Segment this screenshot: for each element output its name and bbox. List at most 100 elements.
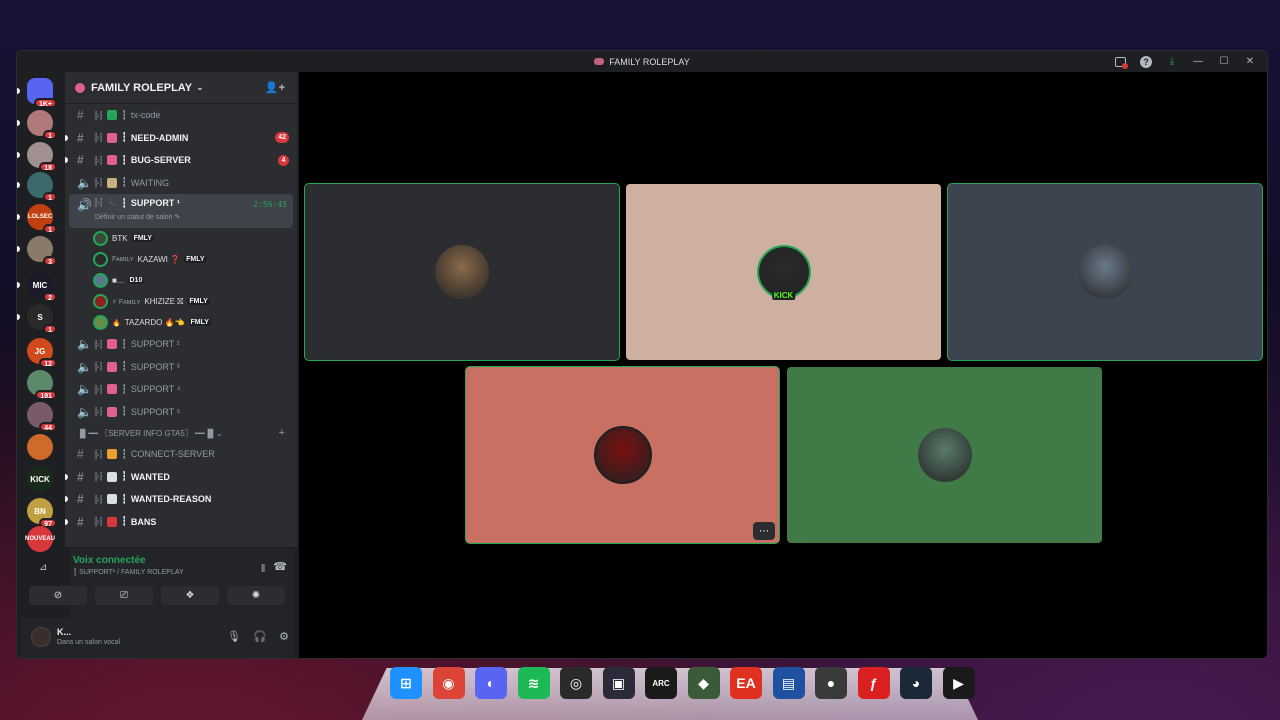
server-2-icon[interactable]: 18 — [27, 142, 57, 172]
channel-waiting[interactable]: 🔈 ╠┇ ┇ WAITING — [65, 172, 297, 195]
server-191-icon[interactable]: 191 — [27, 370, 57, 400]
channel-support-1-active[interactable]: 🔊 ╠┇ 📞 ┇ SUPPORT ¹ 2:56:45 Définir un statut d… — [69, 194, 293, 228]
channel-emoji-icon — [107, 494, 118, 505]
more-options-icon[interactable]: ⋯ — [753, 522, 775, 540]
voice-channel-path[interactable]: ┇ SUPPORT¹ / FAMILY ROLEPLAY — [73, 568, 184, 576]
hash-icon: # — [77, 130, 84, 145]
channel-connect-server[interactable]: # ╠┇ ┇ CONNECT-SERVER — [65, 443, 297, 466]
server-s-icon[interactable]: S1 — [27, 304, 57, 334]
speaker-icon: 🔈 — [77, 382, 92, 397]
channel-bans[interactable]: # ╠┇ ┇ BANS — [65, 511, 297, 534]
download-icon[interactable]: ⤓ — [1161, 53, 1183, 70]
voice-user[interactable]: ■... D10 — [65, 270, 297, 291]
channel-status-prompt[interactable]: Définir un statut de salon ✎ — [95, 213, 180, 221]
server-191-badge: 191 — [35, 390, 57, 400]
server-header-icon — [75, 82, 85, 93]
camera-button[interactable]: ⊘ — [29, 586, 87, 605]
window-title: FAMILY ROLEPLAY — [609, 56, 690, 67]
channel-support-[interactable]: 🔈 ╠┇ ┇ SUPPORT ³ — [65, 356, 297, 379]
call-timer: 2:56:45 — [253, 200, 287, 209]
server-3-icon[interactable]: 1 — [27, 172, 57, 202]
soundboard-button[interactable]: ✺ — [227, 586, 285, 605]
channel-wanted-reason[interactable]: # ╠┇ ┇ WANTED-REASON — [65, 488, 297, 511]
steam-icon[interactable]: ◕ — [900, 667, 932, 699]
discord-icon[interactable]: ◐ — [475, 667, 507, 699]
obs-icon[interactable]: ◎ — [560, 667, 592, 699]
activities-button[interactable]: ❖ — [161, 586, 219, 605]
gta-icon[interactable]: ● — [815, 667, 847, 699]
server-12-icon[interactable] — [27, 434, 53, 460]
voice-user-name: KHIZIZE ⛝ — [144, 296, 184, 306]
tile-3[interactable] — [948, 184, 1262, 360]
speaker-icon: 🔈 — [77, 337, 92, 352]
hash-icon: # — [77, 514, 84, 529]
disconnect-icon[interactable]: ☎ — [273, 560, 287, 573]
channel-emoji-icon — [107, 339, 118, 350]
avatar[interactable] — [31, 627, 51, 647]
server-44-icon[interactable]: 44 — [27, 402, 57, 432]
windows-start-icon[interactable]: ⊞ — [390, 667, 422, 699]
server-5-badge: 3 — [43, 256, 57, 266]
help-icon[interactable]: ? — [1135, 53, 1157, 70]
channel-bug-server[interactable]: # ╠┇ ┇ BUG-SERVER 4 — [65, 149, 297, 172]
ea-icon[interactable]: EA — [730, 667, 762, 699]
channel-support-[interactable]: 🔈 ╠┇ ┇ SUPPORT ⁴ — [65, 378, 297, 401]
screen-share-button[interactable]: ⎚ — [95, 586, 153, 605]
inbox-icon[interactable] — [1109, 53, 1131, 70]
server-5-icon[interactable]: 3 — [27, 236, 57, 266]
server-lolsec-badge: 1 — [43, 224, 57, 234]
server-jg-icon[interactable]: JG 12 — [27, 338, 57, 368]
channel-wanted[interactable]: # ╠┇ ┇ WANTED — [65, 466, 297, 489]
app-arrow-icon[interactable]: ▶ — [942, 667, 975, 699]
minimize-icon[interactable]: — — [1187, 53, 1209, 70]
headphones-icon[interactable]: 🎧 — [253, 630, 267, 643]
username[interactable]: K... — [57, 627, 71, 637]
discord-home-icon[interactable]: 1K+ — [27, 78, 57, 108]
channel-tx-code[interactable]: # ╠┇ ┇ tx-code — [65, 104, 297, 127]
server-kick-icon[interactable]: KICK — [27, 466, 53, 492]
tile-5[interactable] — [787, 367, 1102, 543]
channel-support-[interactable]: 🔈 ╠┇ ┇ SUPPORT ² — [65, 333, 297, 356]
tile-2[interactable]: KICK — [626, 184, 941, 360]
category-server-info[interactable]: ▐▌━━ 〖SERVER INFO GTA5〗 ━━▐▌ ⌄ + — [65, 423, 297, 443]
server-nouveau-label: NOUVEAU — [25, 536, 56, 542]
signal-icon: ⊿ — [39, 562, 48, 573]
close-icon[interactable]: ✕ — [1239, 53, 1261, 70]
settings-gear-icon[interactable]: ⚙ — [279, 630, 289, 643]
avatar — [93, 315, 108, 330]
tile-4[interactable]: ⋯ — [466, 367, 779, 543]
server-kick-label: KICK — [30, 474, 50, 484]
maximize-icon[interactable]: ☐ — [1213, 53, 1235, 70]
microphone-icon[interactable]: 🎙 — [227, 630, 241, 643]
server-nouveau-icon[interactable]: NOUVEAU — [25, 526, 56, 552]
tree-icon: ╠┇ — [93, 362, 104, 372]
unread-indicator — [17, 120, 20, 126]
server-s-label: S — [37, 312, 43, 322]
avatar — [93, 273, 108, 288]
participant-avatar — [593, 426, 652, 484]
channel-support-[interactable]: 🔈 ╠┇ ┇ SUPPORT ⁵ — [65, 401, 297, 424]
voice-user[interactable]: BTK FMLY — [65, 228, 297, 249]
server-1-icon[interactable]: 1 — [27, 110, 57, 140]
app-green-icon[interactable]: ◆ — [687, 667, 720, 699]
tile-1[interactable] — [305, 184, 619, 360]
spotify-icon[interactable]: ≋ — [517, 667, 550, 699]
server-header[interactable]: FAMILY ROLEPLAY ⌄ 👤+ — [65, 72, 297, 104]
add-channel-icon[interactable]: + — [279, 427, 285, 439]
faceit-icon[interactable]: ƒ — [857, 667, 890, 699]
server-97-icon[interactable]: BN 97 — [27, 498, 57, 528]
channel-need-admin[interactable]: # ╠┇ ┇ NEED-ADMIN 42 — [65, 127, 297, 150]
server-lolsec-icon[interactable]: LOLSEC 1 — [27, 204, 57, 234]
server-mic-icon[interactable]: MIC 2 — [27, 272, 57, 302]
pc-icon[interactable]: ▤ — [772, 667, 805, 699]
game-bar-icon[interactable]: ▣ — [602, 667, 635, 699]
channel-name: WANTED-REASON — [130, 494, 212, 505]
invite-icon[interactable]: 👤+ — [265, 81, 285, 94]
noise-suppression-icon[interactable]: 𝍪 — [261, 560, 265, 579]
chrome-icon[interactable]: ◉ — [432, 667, 465, 699]
arc-raiders-icon[interactable]: ARC — [645, 667, 677, 699]
voice-user[interactable]: ⚡ Fᴀᴍɪʟʏ KHIZIZE ⛝ FMLY — [65, 291, 297, 312]
voice-user[interactable]: 🔥 TAZARDO 🔥👈 FMLY — [65, 312, 297, 333]
channel-name: BUG-SERVER — [130, 155, 191, 166]
voice-user[interactable]: Fᴀᴍɪʟʏ KAZAWI ❓ FMLY — [65, 249, 297, 270]
